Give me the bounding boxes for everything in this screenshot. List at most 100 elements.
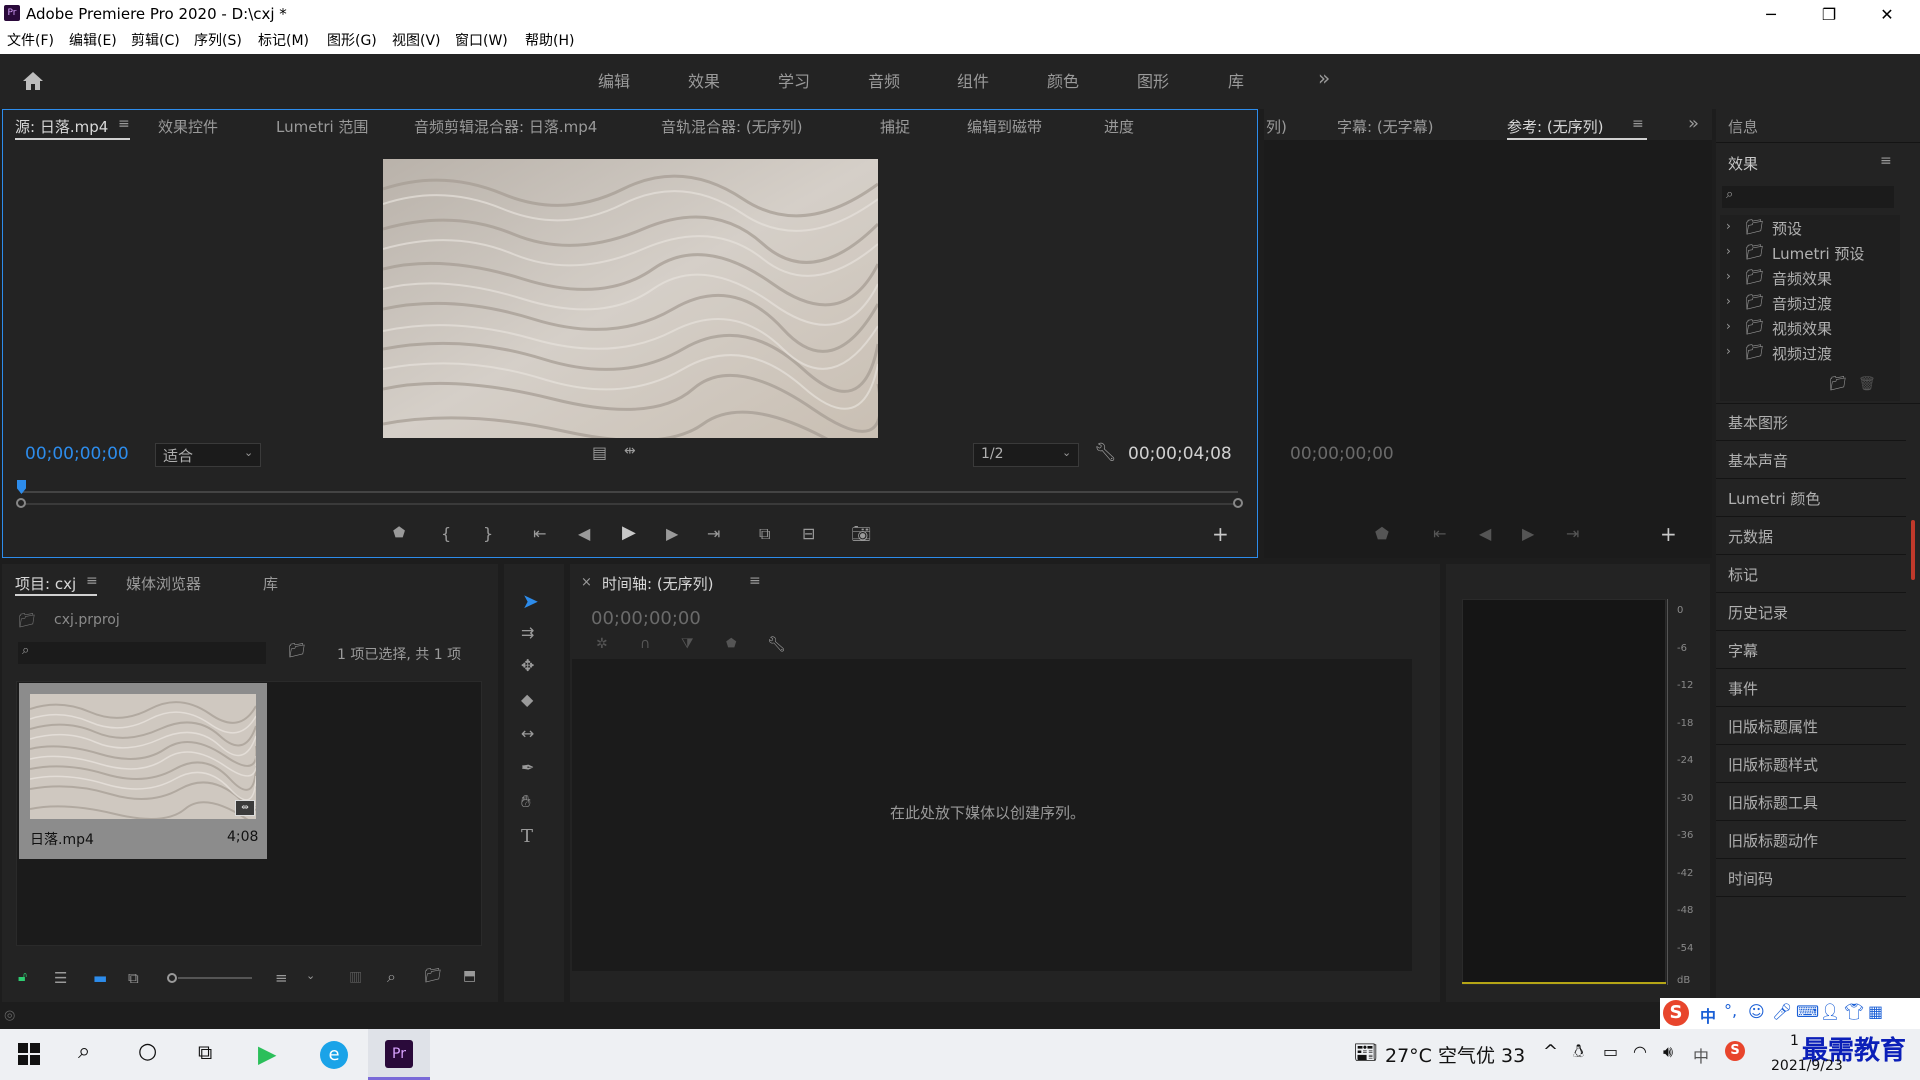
step-back-icon[interactable]: ◀︎ <box>578 524 590 543</box>
tree-item-video-effects[interactable]: 视频效果 <box>1772 318 1832 339</box>
weather-text[interactable]: 27°C 空气优 33 <box>1385 1041 1525 1068</box>
section-captions[interactable]: 字幕 <box>1728 640 1758 661</box>
zoom-handle-left[interactable] <box>16 498 26 508</box>
wifi-icon[interactable]: ◠ <box>1633 1042 1647 1061</box>
go-to-in-icon[interactable]: ⇤ <box>533 524 546 543</box>
tab-captions[interactable]: 字幕: (无字幕) <box>1337 116 1434 137</box>
tab-audio-track-mixer[interactable]: 音轨混合器: (无序列) <box>661 116 803 137</box>
export-frame-settings-icon[interactable]: ▤ <box>592 443 607 462</box>
new-bin-icon[interactable]: 📁︎ <box>1829 376 1847 392</box>
panel-menu-icon[interactable]: ≡ <box>86 573 98 589</box>
section-lumetri-color[interactable]: Lumetri 颜色 <box>1728 488 1820 509</box>
section-essential-graphics[interactable]: 基本图形 <box>1728 412 1788 433</box>
zoom-slider-track[interactable] <box>178 977 252 979</box>
lift-icon[interactable]: ⬟ <box>1375 524 1389 543</box>
source-zoom-bar[interactable] <box>20 503 1238 505</box>
effects-search-input[interactable]: ⌕ <box>1722 186 1894 208</box>
tab-media-browser[interactable]: 媒体浏览器 <box>126 573 201 594</box>
chevron-right-icon[interactable]: › <box>1726 294 1731 308</box>
mark-in-icon[interactable]: { <box>441 524 451 543</box>
menu-sequence[interactable]: 序列(S) <box>194 32 242 51</box>
hand-tool-icon[interactable]: ✋︎ <box>521 792 531 812</box>
ripple-edit-tool-icon[interactable]: ✥ <box>521 656 534 675</box>
snap-magnet-icon[interactable]: ∩ <box>640 636 650 652</box>
search-icon[interactable]: ⌕ <box>387 967 396 987</box>
pen-tool-icon[interactable]: ✒ <box>521 758 534 777</box>
razor-tool-icon[interactable]: ◆ <box>521 690 533 709</box>
go-to-out-icon[interactable]: ⇥ <box>1566 524 1579 543</box>
workspace-learn[interactable]: 学习 <box>778 68 810 92</box>
automate-to-sequence-icon[interactable]: ▥ <box>349 969 362 985</box>
wrench-icon[interactable]: 🔧︎ <box>767 635 786 653</box>
workspace-assembly[interactable]: 组件 <box>957 68 989 92</box>
step-forward-icon[interactable]: ▶︎ <box>666 524 678 543</box>
workspace-audio[interactable]: 音频 <box>868 68 900 92</box>
zoom-slider-handle[interactable] <box>167 973 177 983</box>
tab-libraries[interactable]: 库 <box>263 573 278 594</box>
panel-menu-icon[interactable]: ≡ <box>1632 116 1644 132</box>
section-timecode[interactable]: 时间码 <box>1728 868 1773 889</box>
browser-icon[interactable]: e <box>320 1041 348 1069</box>
menu-window[interactable]: 窗口(W) <box>455 32 508 51</box>
more-workspaces-icon[interactable]: » <box>1318 66 1330 90</box>
icon-view-icon[interactable]: ▬ <box>93 969 107 987</box>
drag-video-icon[interactable]: ⇹ <box>624 443 636 459</box>
sort-icon[interactable]: ≡ <box>275 969 288 987</box>
workspace-library[interactable]: 库 <box>1228 68 1244 92</box>
volume-icon[interactable]: 🔊︎ <box>1663 1042 1673 1062</box>
menu-help[interactable]: 帮助(H) <box>525 32 574 51</box>
add-button-icon[interactable]: + <box>1660 522 1677 546</box>
keyboard-icon[interactable]: ⌨ <box>1796 1002 1819 1021</box>
qq-icon[interactable]: 🐧︎ <box>1573 1041 1584 1064</box>
go-to-in-icon[interactable]: ⇤ <box>1433 524 1446 543</box>
nest-icon[interactable]: ✲ <box>596 636 608 652</box>
workspace-graphics[interactable]: 图形 <box>1137 68 1169 92</box>
section-legacy-title-actions[interactable]: 旧版标题动作 <box>1728 830 1818 851</box>
trash-icon[interactable]: 🗑︎ <box>1858 376 1876 392</box>
section-legacy-title-styles[interactable]: 旧版标题样式 <box>1728 754 1818 775</box>
restore-button[interactable]: ❐ <box>1800 0 1858 29</box>
chevron-down-icon[interactable]: ⌄ <box>306 969 315 982</box>
close-timeline-icon[interactable]: × <box>581 575 592 590</box>
add-marker-icon[interactable]: ⬟ <box>726 636 736 650</box>
workspace-color[interactable]: 颜色 <box>1047 68 1079 92</box>
minimize-button[interactable]: ─ <box>1742 0 1800 29</box>
step-forward-icon[interactable]: ▶︎ <box>1522 524 1534 543</box>
clip-thumbnail-card[interactable]: ⇹ 日落.mp4 4;08 <box>19 683 267 859</box>
wrench-icon[interactable]: 🔧︎ <box>1094 442 1117 463</box>
cortana-icon[interactable]: ○ <box>138 1039 157 1064</box>
skin-icon[interactable]: 👕︎ <box>1844 1002 1864 1021</box>
workspace-edit[interactable]: 编辑 <box>598 68 630 92</box>
chevron-right-icon[interactable]: › <box>1726 344 1731 358</box>
chevron-right-icon[interactable]: › <box>1726 244 1731 258</box>
tree-item-video-transitions[interactable]: 视频过渡 <box>1772 343 1832 364</box>
sogou-s-icon[interactable]: S <box>1663 1000 1689 1026</box>
section-history[interactable]: 历史记录 <box>1728 602 1788 623</box>
punctuation-icon[interactable]: °, <box>1724 1001 1737 1020</box>
lock-icon[interactable]: 🔓︎ <box>18 969 27 985</box>
section-metadata[interactable]: 元数据 <box>1728 526 1773 547</box>
add-marker-icon[interactable]: ⬟ <box>393 525 405 541</box>
menu-file[interactable]: 文件(F) <box>7 32 54 51</box>
zoom-handle-right[interactable] <box>1233 498 1243 508</box>
selection-tool-icon[interactable]: ➤ <box>522 589 539 613</box>
project-search-input[interactable]: ⌕ <box>18 642 266 664</box>
add-button-icon[interactable]: + <box>1212 522 1229 546</box>
more-tabs-icon[interactable]: » <box>1688 113 1699 134</box>
right-panel-scrollbar[interactable] <box>1911 520 1915 580</box>
tree-item-audio-transitions[interactable]: 音频过渡 <box>1772 293 1832 314</box>
panel-menu-icon[interactable]: ≡ <box>749 573 761 589</box>
ime-mode[interactable]: 中 <box>1700 1003 1716 1027</box>
emoji-icon[interactable]: ☺ <box>1748 1002 1765 1021</box>
section-legacy-title-properties[interactable]: 旧版标题属性 <box>1728 716 1818 737</box>
source-timecode-current[interactable]: 00;00;00;00 <box>25 444 129 464</box>
menu-edit[interactable]: 编辑(E) <box>69 32 117 51</box>
tab-program-truncated[interactable]: 列) <box>1266 116 1287 137</box>
tab-source[interactable]: 源: 日落.mp4 <box>15 116 108 137</box>
sogou-tray-icon[interactable]: S <box>1725 1041 1745 1061</box>
play-icon[interactable]: ▶︎ <box>622 522 636 543</box>
timeline-timecode[interactable]: 00;00;00;00 <box>591 608 701 629</box>
info-section[interactable]: 信息 <box>1728 116 1758 137</box>
home-icon[interactable] <box>21 70 45 92</box>
tab-edit-to-tape[interactable]: 编辑到磁带 <box>967 116 1042 137</box>
